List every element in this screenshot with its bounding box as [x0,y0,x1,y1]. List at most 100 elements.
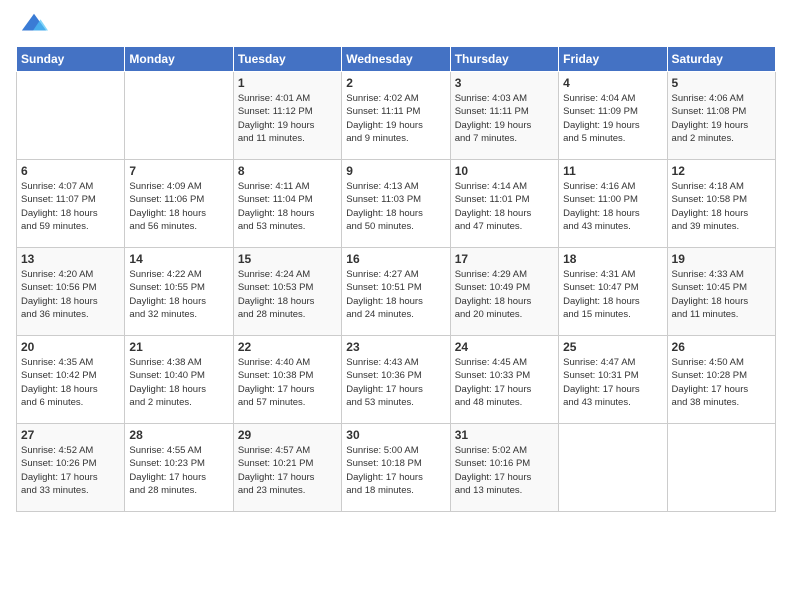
day-info: Sunrise: 4:07 AM Sunset: 11:07 PM Daylig… [21,180,120,233]
weekday-header-wednesday: Wednesday [342,47,450,72]
day-info: Sunrise: 4:50 AM Sunset: 10:28 PM Daylig… [672,356,771,409]
day-info: Sunrise: 4:40 AM Sunset: 10:38 PM Daylig… [238,356,337,409]
day-info: Sunrise: 4:45 AM Sunset: 10:33 PM Daylig… [455,356,554,409]
calendar-header-row: SundayMondayTuesdayWednesdayThursdayFrid… [17,47,776,72]
calendar-cell: 24Sunrise: 4:45 AM Sunset: 10:33 PM Dayl… [450,336,558,424]
day-info: Sunrise: 4:20 AM Sunset: 10:56 PM Daylig… [21,268,120,321]
calendar-cell: 30Sunrise: 5:00 AM Sunset: 10:18 PM Dayl… [342,424,450,512]
day-info: Sunrise: 4:09 AM Sunset: 11:06 PM Daylig… [129,180,228,233]
day-info: Sunrise: 4:13 AM Sunset: 11:03 PM Daylig… [346,180,445,233]
calendar-cell: 29Sunrise: 4:57 AM Sunset: 10:21 PM Dayl… [233,424,341,512]
weekday-header-sunday: Sunday [17,47,125,72]
day-info: Sunrise: 4:55 AM Sunset: 10:23 PM Daylig… [129,444,228,497]
calendar-cell: 14 Sunrise: 4:22 AM Sunset: 10:55 PM Dayl… [125,248,233,336]
day-info: Sunrise: 4:43 AM Sunset: 10:36 PM Daylig… [346,356,445,409]
day-number: 25 [563,340,662,354]
calendar-cell: 21Sunrise: 4:38 AM Sunset: 10:40 PM Dayl… [125,336,233,424]
day-info: Sunrise: 4:31 AM Sunset: 10:47 PM Daylig… [563,268,662,321]
calendar-cell: 26 Sunrise: 4:50 AM Sunset: 10:28 PM Dayl… [667,336,775,424]
day-number: 11 [563,164,662,178]
page: SundayMondayTuesdayWednesdayThursdayFrid… [0,0,792,528]
calendar-cell: 8Sunrise: 4:11 AM Sunset: 11:04 PM Dayli… [233,160,341,248]
calendar-cell: 16Sunrise: 4:27 AM Sunset: 10:51 PM Dayl… [342,248,450,336]
day-number: 31 [455,428,554,442]
calendar-cell: 4 Sunrise: 4:04 AM Sunset: 11:09 PM Dayli… [559,72,667,160]
day-info: Sunrise: 4:01 AM Sunset: 11:12 PM Daylig… [238,92,337,145]
day-number: 4 [563,76,662,90]
day-number: 27 [21,428,120,442]
day-number: 26 [672,340,771,354]
calendar-cell: 27 Sunrise: 4:52 AM Sunset: 10:26 PM Dayl… [17,424,125,512]
day-number: 5 [672,76,771,90]
calendar-cell: 31 Sunrise: 5:02 AM Sunset: 10:16 PM Dayl… [450,424,558,512]
day-info: Sunrise: 5:02 AM Sunset: 10:16 PM Daylig… [455,444,554,497]
calendar-cell: 7 Sunrise: 4:09 AM Sunset: 11:06 PM Dayli… [125,160,233,248]
calendar-cell: 3 Sunrise: 4:03 AM Sunset: 11:11 PM Dayli… [450,72,558,160]
calendar-cell: 1 Sunrise: 4:01 AM Sunset: 11:12 PM Dayli… [233,72,341,160]
calendar-cell [559,424,667,512]
calendar-cell: 5 Sunrise: 4:06 AM Sunset: 11:08 PM Dayli… [667,72,775,160]
day-info: Sunrise: 4:52 AM Sunset: 10:26 PM Daylig… [21,444,120,497]
day-number: 9 [346,164,445,178]
day-info: Sunrise: 4:35 AM Sunset: 10:42 PM Daylig… [21,356,120,409]
day-number: 7 [129,164,228,178]
day-number: 29 [238,428,337,442]
day-info: Sunrise: 4:24 AM Sunset: 10:53 PM Daylig… [238,268,337,321]
day-info: Sunrise: 4:04 AM Sunset: 11:09 PM Daylig… [563,92,662,145]
day-number: 14 [129,252,228,266]
day-info: Sunrise: 4:29 AM Sunset: 10:49 PM Daylig… [455,268,554,321]
calendar-cell: 2Sunrise: 4:02 AM Sunset: 11:11 PM Dayli… [342,72,450,160]
calendar-week-4: 20 Sunrise: 4:35 AM Sunset: 10:42 PM Dayl… [17,336,776,424]
weekday-header-tuesday: Tuesday [233,47,341,72]
day-number: 28 [129,428,228,442]
weekday-header-monday: Monday [125,47,233,72]
calendar-cell: 20 Sunrise: 4:35 AM Sunset: 10:42 PM Dayl… [17,336,125,424]
calendar-cell: 11 Sunrise: 4:16 AM Sunset: 11:00 PM Dayl… [559,160,667,248]
day-number: 6 [21,164,120,178]
day-number: 17 [455,252,554,266]
day-number: 3 [455,76,554,90]
calendar-cell: 28 Sunrise: 4:55 AM Sunset: 10:23 PM Dayl… [125,424,233,512]
logo-icon [20,10,48,38]
day-number: 1 [238,76,337,90]
calendar-cell: 25Sunrise: 4:47 AM Sunset: 10:31 PM Dayl… [559,336,667,424]
day-info: Sunrise: 5:00 AM Sunset: 10:18 PM Daylig… [346,444,445,497]
day-number: 12 [672,164,771,178]
calendar-cell: 19 Sunrise: 4:33 AM Sunset: 10:45 PM Dayl… [667,248,775,336]
calendar-cell: 23 Sunrise: 4:43 AM Sunset: 10:36 PM Dayl… [342,336,450,424]
calendar-cell: 10 Sunrise: 4:14 AM Sunset: 11:01 PM Dayl… [450,160,558,248]
calendar-week-5: 27 Sunrise: 4:52 AM Sunset: 10:26 PM Dayl… [17,424,776,512]
day-info: Sunrise: 4:06 AM Sunset: 11:08 PM Daylig… [672,92,771,145]
day-number: 20 [21,340,120,354]
calendar-cell: 13 Sunrise: 4:20 AM Sunset: 10:56 PM Dayl… [17,248,125,336]
day-number: 10 [455,164,554,178]
day-info: Sunrise: 4:03 AM Sunset: 11:11 PM Daylig… [455,92,554,145]
header [16,10,776,38]
day-number: 2 [346,76,445,90]
day-number: 13 [21,252,120,266]
calendar-cell: 9 Sunrise: 4:13 AM Sunset: 11:03 PM Dayli… [342,160,450,248]
weekday-header-saturday: Saturday [667,47,775,72]
day-info: Sunrise: 4:18 AM Sunset: 10:58 PM Daylig… [672,180,771,233]
day-info: Sunrise: 4:33 AM Sunset: 10:45 PM Daylig… [672,268,771,321]
calendar-cell: 12 Sunrise: 4:18 AM Sunset: 10:58 PM Dayl… [667,160,775,248]
calendar-cell [667,424,775,512]
weekday-header-friday: Friday [559,47,667,72]
day-info: Sunrise: 4:14 AM Sunset: 11:01 PM Daylig… [455,180,554,233]
calendar-table: SundayMondayTuesdayWednesdayThursdayFrid… [16,46,776,512]
day-number: 19 [672,252,771,266]
logo [16,10,48,38]
calendar-cell: 6 Sunrise: 4:07 AM Sunset: 11:07 PM Dayli… [17,160,125,248]
day-number: 18 [563,252,662,266]
day-number: 22 [238,340,337,354]
day-number: 23 [346,340,445,354]
day-info: Sunrise: 4:16 AM Sunset: 11:00 PM Daylig… [563,180,662,233]
calendar-cell [17,72,125,160]
calendar-week-3: 13 Sunrise: 4:20 AM Sunset: 10:56 PM Dayl… [17,248,776,336]
weekday-header-thursday: Thursday [450,47,558,72]
day-number: 16 [346,252,445,266]
day-number: 8 [238,164,337,178]
day-number: 21 [129,340,228,354]
calendar-week-1: 1 Sunrise: 4:01 AM Sunset: 11:12 PM Dayli… [17,72,776,160]
day-info: Sunrise: 4:22 AM Sunset: 10:55 PM Daylig… [129,268,228,321]
